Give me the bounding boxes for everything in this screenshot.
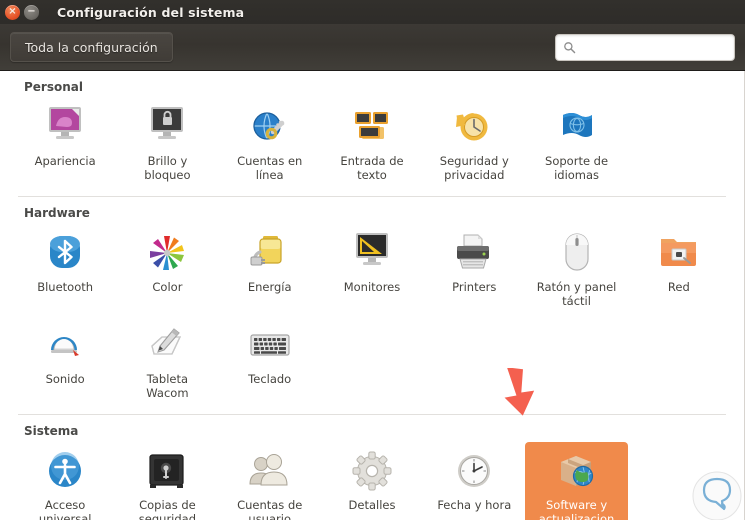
search-box[interactable] [555, 33, 735, 61]
tile-label: Software y actualizacione [538, 498, 615, 520]
minimize-icon[interactable]: − [24, 4, 39, 20]
section-divider-2 [18, 414, 726, 415]
appearance-icon [41, 103, 89, 151]
tile-label: Color [152, 280, 183, 294]
settings-content: Personal Apariencia Brillo y bloqueo Cue… [0, 71, 745, 520]
software-updates-icon [553, 447, 601, 495]
tile-cuentas-en-linea[interactable]: Cuentas en línea [219, 98, 321, 188]
printer-icon [450, 229, 498, 277]
section-divider-1 [18, 196, 726, 197]
tile-detalles[interactable]: Detalles [321, 442, 423, 520]
grid-spacer [321, 316, 423, 406]
tile-label: Bluetooth [37, 280, 94, 294]
grid-spacer [628, 98, 730, 188]
color-icon [143, 229, 191, 277]
network-icon [655, 229, 703, 277]
wacom-tablet-icon [143, 321, 191, 369]
tile-cuentas-usuario[interactable]: Cuentas de usuario [219, 442, 321, 520]
bluetooth-icon [41, 229, 89, 277]
tile-sonido[interactable]: Sonido [14, 316, 116, 406]
search-icon [564, 41, 576, 53]
close-icon[interactable]: × [5, 4, 20, 20]
section-title-personal: Personal [24, 80, 83, 94]
tile-bluetooth[interactable]: Bluetooth [14, 224, 116, 314]
grid-spacer [423, 316, 525, 406]
online-accounts-icon [246, 103, 294, 151]
tile-soporte-idiomas[interactable]: Soporte de idiomas [525, 98, 627, 188]
tile-label: Soporte de idiomas [545, 154, 609, 182]
tile-copias-seguridad[interactable]: Copias de seguridad [116, 442, 218, 520]
displays-icon [348, 229, 396, 277]
toolbar: Toda la configuración [0, 24, 745, 71]
tile-energia[interactable]: Energía [219, 224, 321, 314]
details-gear-icon [348, 447, 396, 495]
tile-label: Acceso universal [38, 498, 92, 520]
power-icon [246, 229, 294, 277]
close-glyph: × [8, 6, 17, 17]
tile-software-actualizaciones[interactable]: Software y actualizacione [525, 442, 628, 520]
section-grid-sistema: Acceso universal Copias de seguridad Cue… [14, 442, 730, 520]
search-input[interactable] [582, 40, 727, 54]
grid-spacer [628, 442, 730, 520]
tile-apariencia[interactable]: Apariencia [14, 98, 116, 188]
tile-monitores[interactable]: Monitores [321, 224, 423, 314]
tile-printers[interactable]: Printers [423, 224, 525, 314]
tile-label: Tableta Wacom [146, 372, 189, 400]
tile-label: Printers [452, 280, 497, 294]
tile-red[interactable]: Red [628, 224, 730, 314]
security-privacy-icon [450, 103, 498, 151]
tile-label: Sonido [45, 372, 85, 386]
tile-teclado[interactable]: Teclado [219, 316, 321, 406]
grid-spacer [628, 316, 730, 406]
tile-seguridad-privacidad[interactable]: Seguridad y privacidad [423, 98, 525, 188]
keyboard-icon [246, 321, 294, 369]
tile-fecha-hora[interactable]: Fecha y hora [423, 442, 525, 520]
all-settings-button[interactable]: Toda la configuración [10, 32, 173, 62]
tile-label: Teclado [248, 372, 292, 386]
tile-label: Apariencia [34, 154, 96, 168]
window-title: Configuración del sistema [57, 4, 245, 20]
section-grid-hardware: Bluetooth Color Energía Monitores Printe… [14, 224, 730, 406]
mouse-icon [553, 229, 601, 277]
tile-label: Copias de seguridad [138, 498, 197, 520]
section-title-hardware: Hardware [24, 206, 90, 220]
tile-label: Detalles [348, 498, 396, 512]
tile-label: Red [667, 280, 690, 294]
section-title-sistema: Sistema [24, 424, 79, 438]
tile-label: Entrada de texto [340, 154, 404, 182]
tile-brillo-bloqueo[interactable]: Brillo y bloqueo [116, 98, 218, 188]
title-bar: × − Configuración del sistema [0, 0, 745, 24]
system-settings-window: × − Configuración del sistema Toda la co… [0, 0, 745, 520]
tile-label: Seguridad y privacidad [439, 154, 509, 182]
universal-access-icon [41, 447, 89, 495]
tile-label: Cuentas de usuario [237, 498, 303, 520]
tile-color[interactable]: Color [116, 224, 218, 314]
tile-tableta-wacom[interactable]: Tableta Wacom [116, 316, 218, 406]
grid-spacer [525, 316, 627, 406]
tile-label: Ratón y panel táctil [536, 280, 617, 308]
brightness-lock-icon [143, 103, 191, 151]
minimize-glyph: − [27, 6, 36, 17]
tile-label: Energía [247, 280, 292, 294]
tile-label: Brillo y bloqueo [144, 154, 191, 182]
datetime-clock-icon [450, 447, 498, 495]
section-grid-personal: Apariencia Brillo y bloqueo Cuentas en l… [14, 98, 730, 188]
tile-label: Cuentas en línea [237, 154, 303, 182]
tile-label: Fecha y hora [437, 498, 512, 512]
sound-icon [41, 321, 89, 369]
tile-raton-panel-tactil[interactable]: Ratón y panel táctil [525, 224, 627, 314]
backups-icon [143, 447, 191, 495]
language-support-icon [553, 103, 601, 151]
user-accounts-icon [246, 447, 294, 495]
text-entry-icon [348, 103, 396, 151]
tile-label: Monitores [343, 280, 401, 294]
tile-acceso-universal[interactable]: Acceso universal [14, 442, 116, 520]
tile-entrada-texto[interactable]: Entrada de texto [321, 98, 423, 188]
